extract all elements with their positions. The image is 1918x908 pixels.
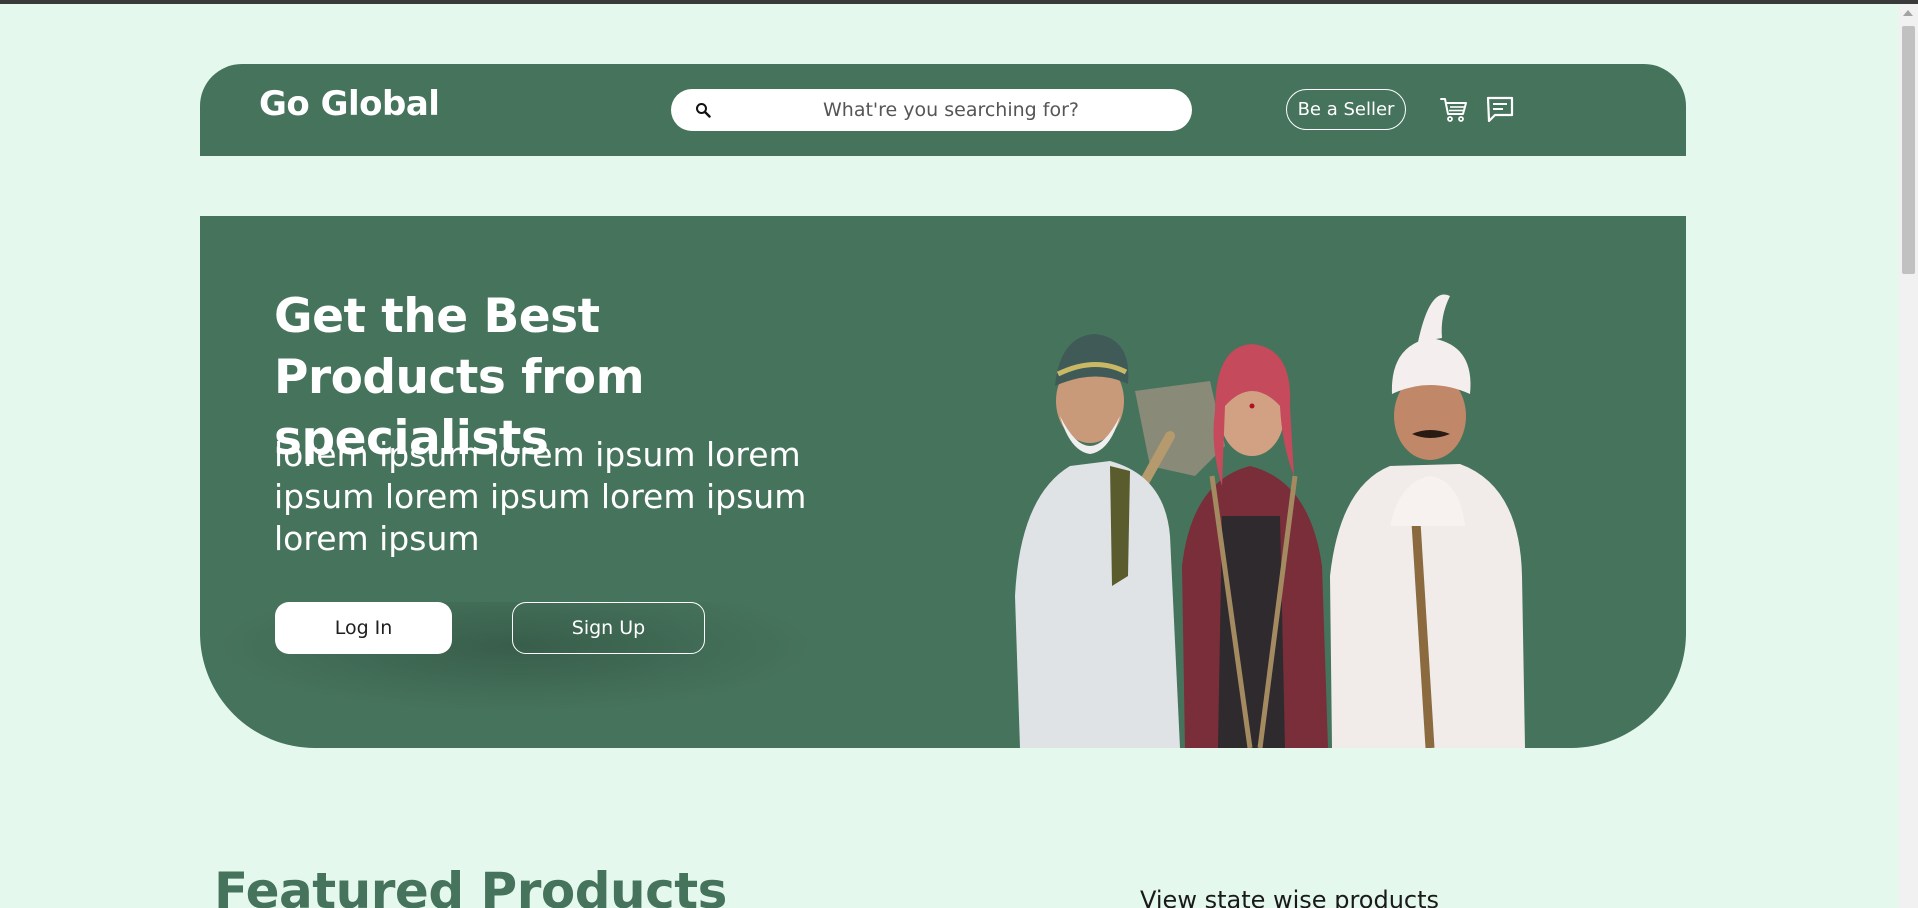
brand-logo[interactable]: Go Global (259, 84, 440, 124)
cart-icon[interactable] (1438, 93, 1470, 125)
featured-products-heading: Featured Products (214, 862, 727, 908)
scroll-up-icon[interactable] (1903, 10, 1913, 16)
search-icon[interactable] (695, 102, 711, 118)
search-bar[interactable] (671, 89, 1192, 131)
scrollbar-thumb[interactable] (1902, 26, 1915, 274)
signup-button[interactable]: Sign Up (512, 602, 705, 654)
hero-banner: Get the Best Products from specialists l… (200, 216, 1686, 748)
site-header: Go Global Be a Seller (200, 64, 1686, 156)
state-wise-products-link[interactable]: View state wise products (1140, 886, 1439, 908)
message-icon[interactable] (1484, 93, 1516, 125)
window-top-border (0, 0, 1918, 4)
login-button[interactable]: Log In (275, 602, 452, 654)
search-input[interactable] (731, 89, 1171, 131)
vertical-scrollbar[interactable] (1899, 4, 1918, 908)
farmers-photo (1015, 294, 1525, 748)
hero-description: lorem ipsum lorem ipsum lorem ipsum lore… (274, 435, 807, 558)
be-a-seller-button[interactable]: Be a Seller (1286, 89, 1406, 130)
farmer-man-figure (1330, 294, 1525, 748)
